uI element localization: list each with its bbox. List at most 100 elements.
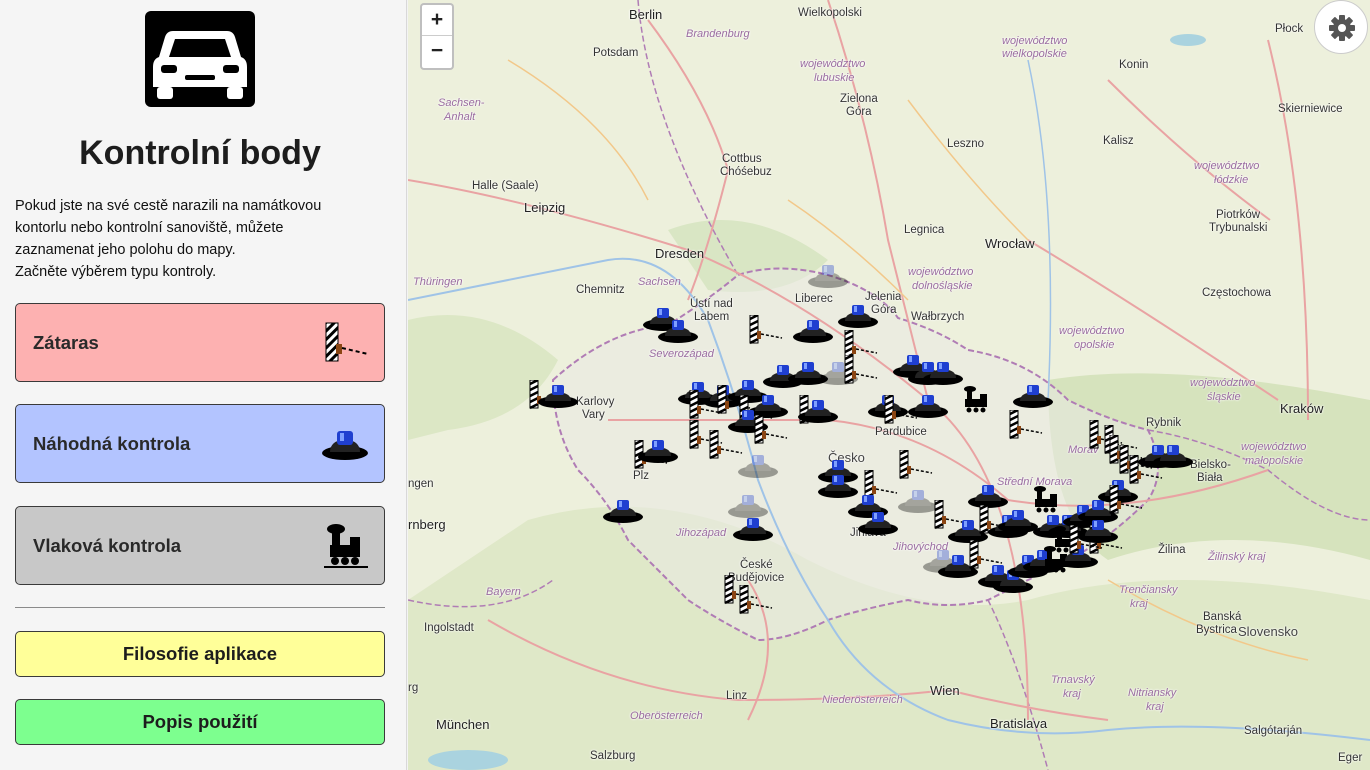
map-label: ngen — [408, 478, 434, 490]
map-label: Rybnik — [1146, 417, 1182, 429]
police-hat-marker-icon[interactable] — [921, 357, 965, 387]
vlakova-kontrola-button[interactable]: Vlaková kontrola — [15, 506, 385, 585]
map-view[interactable]: Berlin Brandenburg Potsdam Wielkopolski … — [408, 0, 1370, 770]
map-label: Nitriansky — [1128, 687, 1177, 699]
page-title: Kontrolní body — [79, 134, 321, 172]
map-label: Chemnitz — [576, 284, 625, 296]
map-label: Sachsen — [638, 276, 681, 288]
map-label: Anhalt — [444, 111, 476, 123]
map-label: Wałbrzych — [911, 311, 965, 323]
intro-line: Pokud jste na své cestě narazili na namá… — [15, 198, 322, 214]
map-label: Niederösterreich — [822, 694, 903, 706]
map-label: Sachsen- — [438, 97, 485, 109]
intro-line: Začněte výběrem typu kontroly. — [15, 264, 217, 280]
roadblock-marker-icon[interactable] — [896, 448, 940, 480]
map-label: Biała — [1197, 472, 1223, 484]
map-label: Brandenburg — [686, 28, 750, 40]
police-hat-marker-icon[interactable] — [656, 315, 700, 345]
roadblock-marker-icon[interactable] — [841, 353, 885, 385]
map-label: kraj — [1063, 688, 1081, 700]
intro-line: kontorlu nebo kontrolní sanoviště, můžet… — [15, 220, 284, 236]
roadblock-marker-icon[interactable] — [736, 583, 780, 615]
map-label: województwo — [1059, 325, 1125, 337]
map-label: Liberec — [795, 293, 833, 305]
map-label: České — [740, 559, 773, 571]
map-label: Jihozápad — [676, 527, 727, 539]
map-label: Salzburg — [590, 750, 636, 762]
map-label: kraj — [1146, 701, 1164, 713]
map-label: rnberg — [408, 517, 446, 532]
police-hat-marker-icon[interactable] — [836, 300, 880, 330]
map-label: Kraków — [1280, 401, 1324, 416]
intro-line: zaznamenat jeho polohu do mapy. — [15, 242, 236, 258]
police-hat-marker-icon[interactable] — [791, 315, 835, 345]
map-label: Płock — [1275, 23, 1304, 35]
map-label: Leszno — [947, 138, 985, 150]
gear-icon — [1329, 15, 1355, 41]
vlakova-kontrola-button-label: Vlaková kontrola — [33, 534, 182, 556]
zataras-button-label: Zátaras — [33, 331, 99, 353]
map-label: Linz — [726, 690, 748, 702]
map-label: Leipzig — [524, 200, 566, 215]
police-hat-marker-icon[interactable] — [636, 435, 680, 465]
roadblock-barrier-icon — [325, 322, 369, 361]
police-hat-marker-icon[interactable] — [601, 495, 645, 525]
map-label: Trybunalski — [1209, 222, 1268, 234]
map-label: Częstochowa — [1202, 287, 1272, 299]
map-label: Bielsko- — [1190, 459, 1231, 471]
roadblock-marker-icon[interactable] — [1106, 483, 1150, 515]
nahodna-kontrola-button[interactable]: Náhodná kontrola — [15, 404, 385, 483]
train-marker-icon[interactable] — [956, 385, 1000, 415]
police-hat-marker-icon[interactable] — [906, 390, 950, 420]
police-hat-marker-icon[interactable] — [856, 507, 900, 537]
map-label: Zielona — [840, 93, 878, 105]
sidebar: Kontrolní body Pokud jste na své cestě n… — [0, 0, 407, 770]
map-label: Kalisz — [1103, 135, 1134, 147]
map-label: Thüringen — [413, 276, 463, 288]
filosofie-aplikace-button[interactable]: Filosofie aplikace — [15, 631, 385, 677]
map-label: Oberösterreich — [630, 710, 703, 722]
map-label: dolnośląskie — [912, 280, 973, 292]
map-label: województwo — [1241, 441, 1307, 453]
police-hat-marker-icon[interactable] — [736, 450, 780, 480]
map-label: Plz — [633, 470, 649, 482]
zataras-button[interactable]: Zátaras — [15, 303, 385, 382]
police-hat-marker-icon[interactable] — [1011, 380, 1055, 410]
map-label: Wien — [930, 683, 960, 698]
map-label: województwo — [1190, 377, 1256, 389]
nahodna-kontrola-button-label: Náhodná kontrola — [33, 432, 191, 454]
police-hat-marker-icon[interactable] — [1151, 440, 1195, 470]
zoom-in-button[interactable]: + — [422, 5, 452, 36]
roadblock-marker-icon[interactable] — [746, 313, 790, 345]
map-label: opolskie — [1074, 339, 1115, 351]
police-hat-marker-icon[interactable] — [806, 260, 850, 290]
map-label: Wrocław — [985, 236, 1035, 251]
zoom-out-button[interactable]: − — [422, 36, 452, 67]
map-label: małopolskie — [1245, 455, 1304, 467]
police-hat-marker-icon[interactable] — [731, 513, 775, 543]
map-label: lubuskie — [814, 72, 855, 84]
settings-button[interactable] — [1314, 0, 1368, 54]
map-label: Pardubice — [875, 426, 927, 438]
popis-pouziti-button[interactable]: Popis použití — [15, 699, 385, 745]
police-hat-marker-icon[interactable] — [796, 395, 840, 425]
map-label: Ústí nad — [690, 298, 733, 310]
roadblock-marker-icon[interactable] — [751, 413, 795, 445]
map-label: Bayern — [486, 586, 521, 598]
car-front-icon — [145, 11, 255, 107]
police-hat-marker-icon[interactable] — [536, 380, 580, 410]
map-label: Eger — [1338, 752, 1363, 764]
map-label: Potsdam — [593, 47, 639, 59]
roadblock-marker-icon[interactable] — [1006, 408, 1050, 440]
train-icon — [324, 523, 368, 568]
map-label: Dresden — [655, 246, 705, 261]
map-label: województwo — [1002, 35, 1068, 47]
map-label: Žilina — [1158, 544, 1186, 556]
police-hat-marker-icon[interactable] — [1076, 515, 1120, 545]
map-label: Berlin — [629, 7, 663, 22]
map-label: rg — [408, 682, 419, 694]
intro-text: Pokud jste na své cestě narazili na namá… — [15, 195, 395, 283]
police-hat-icon — [322, 430, 368, 460]
map-label: Severozápad — [649, 348, 714, 360]
map-label: Salgótarján — [1244, 725, 1303, 737]
